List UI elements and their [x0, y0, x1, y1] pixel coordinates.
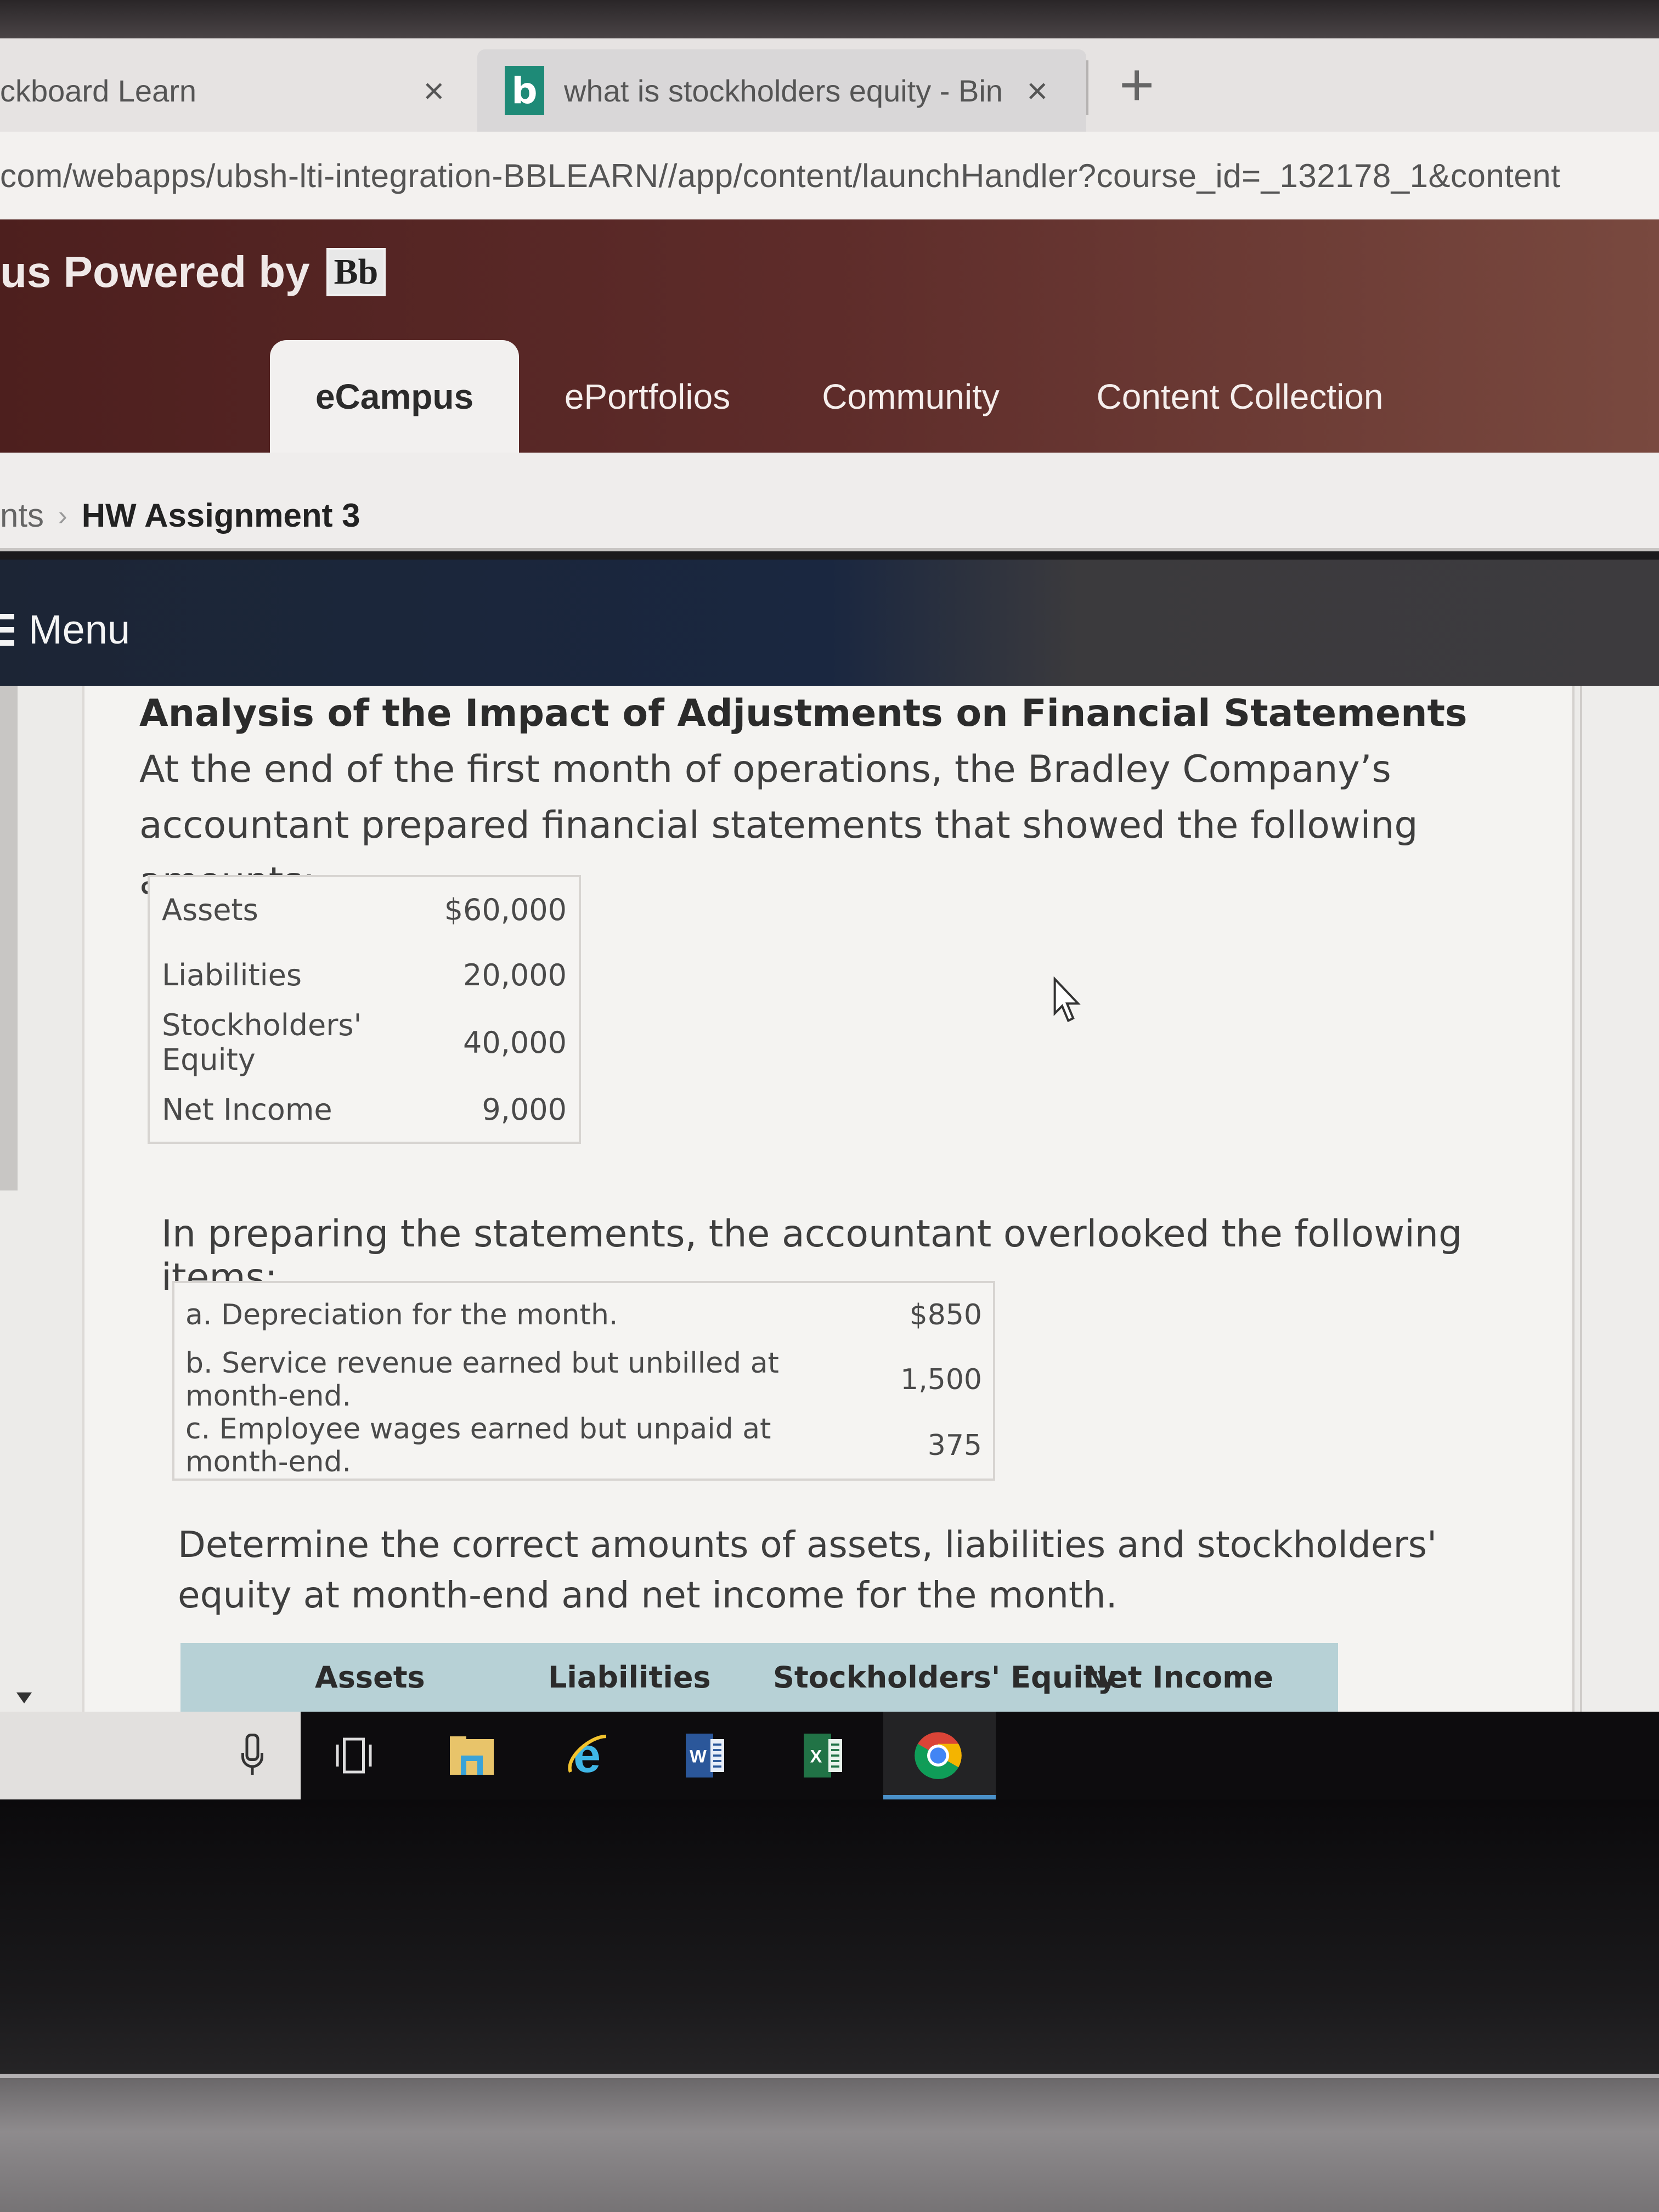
close-icon[interactable]: ×: [423, 70, 444, 111]
microphone-icon[interactable]: [225, 1728, 280, 1783]
new-tab-icon[interactable]: +: [1119, 55, 1154, 115]
file-explorer-icon[interactable]: [444, 1728, 499, 1783]
internet-explorer-icon[interactable]: e: [560, 1728, 614, 1783]
menu-button[interactable]: Menu: [0, 606, 130, 653]
breadcrumb-previous[interactable]: nts: [0, 496, 44, 534]
reported-amounts-table: Assets $60,000 Liabilities 20,000 Stockh…: [148, 875, 581, 1144]
svg-text:W: W: [690, 1747, 707, 1767]
tab-title: ckboard Learn: [0, 73, 197, 108]
tab-separator: [1086, 60, 1088, 115]
word-icon[interactable]: W: [678, 1728, 732, 1783]
table-row: Assets $60,000: [149, 876, 580, 942]
task-view-icon[interactable]: [326, 1728, 381, 1783]
screen-bezel: [0, 0, 1659, 38]
question-title: Analysis of the Impact of Adjustments on…: [139, 692, 1468, 735]
breadcrumb-bar: nts › HW Assignment 3: [0, 453, 1659, 551]
left-gutter: [0, 686, 18, 1190]
amount-label: Net Income: [162, 1092, 332, 1127]
table-row: Liabilities 20,000: [149, 942, 580, 1008]
overlooked-items-table: a. Depreciation for the month. $850 b. S…: [172, 1281, 995, 1481]
breadcrumb: nts › HW Assignment 3: [0, 496, 360, 534]
screen-bottom-bezel: [0, 1799, 1659, 2074]
chrome-icon[interactable]: [911, 1728, 966, 1783]
instruction-text: Determine the correct amounts of assets,…: [178, 1523, 1437, 1616]
address-bar[interactable]: com/webapps/ubsh-lti-integration-BBLEARN…: [0, 132, 1659, 219]
table-row: Stockholders' Equity 40,000: [149, 1008, 580, 1077]
svg-text:X: X: [810, 1747, 822, 1767]
answer-table-header: Assets Liabilities Stockholders' Equity …: [180, 1643, 1338, 1712]
caret-down-icon[interactable]: [16, 1692, 32, 1703]
amount-label: Liabilities: [162, 957, 302, 992]
close-icon[interactable]: ×: [1026, 70, 1048, 111]
menu-label: Menu: [29, 607, 131, 652]
table-row: a. Depreciation for the month. $850: [173, 1282, 994, 1347]
question-panel: Analysis of the Impact of Adjustments on…: [82, 686, 1575, 1712]
content-area: Analysis of the Impact of Adjustments on…: [0, 686, 1659, 1712]
menu-bar: Menu: [0, 560, 1659, 686]
column-header-net-income: Net Income: [1083, 1660, 1273, 1695]
column-header-assets: Assets: [315, 1660, 425, 1695]
tab-ecampus[interactable]: eCampus: [270, 340, 519, 453]
tab-eportfolios[interactable]: ePortfolios: [549, 340, 746, 453]
breadcrumb-current: HW Assignment 3: [81, 497, 360, 534]
tab-community[interactable]: Community: [812, 340, 1009, 453]
brand-text: us Powered by: [0, 247, 310, 296]
item-value: 1,500: [900, 1363, 982, 1396]
site-header: us Powered by Bb eCampus ePortfolios Com…: [0, 219, 1659, 453]
item-label: c. Employee wages earned but unpaid at m…: [185, 1413, 771, 1479]
amount-value: 40,000: [463, 1025, 567, 1060]
brand[interactable]: us Powered by Bb: [0, 247, 386, 297]
item-label: b. Service revenue earned but unbilled a…: [185, 1347, 779, 1413]
item-value: 375: [927, 1429, 982, 1462]
tab-blackboard-learn[interactable]: ckboard Learn ×: [0, 49, 477, 132]
url-text[interactable]: com/webapps/ubsh-lti-integration-BBLEARN…: [0, 157, 1560, 195]
blackboard-logo-icon: Bb: [326, 248, 386, 296]
windows-taskbar: e W X: [0, 1712, 1659, 1799]
item-value: $850: [909, 1299, 982, 1331]
amount-value: $60,000: [444, 892, 567, 927]
amount-label: Assets: [162, 892, 258, 927]
excel-icon[interactable]: X: [795, 1728, 850, 1783]
column-header-stockholders-equity: Stockholders' Equity: [773, 1660, 1117, 1695]
tab-bing-search[interactable]: b what is stockholders equity - Bin ×: [477, 49, 1086, 132]
mouse-cursor-icon: [1053, 977, 1081, 1023]
amount-value: 20,000: [463, 957, 567, 992]
chevron-right-icon: ›: [58, 500, 67, 531]
item-label: a. Depreciation for the month.: [185, 1299, 618, 1331]
laptop-body: [0, 2074, 1659, 2212]
hamburger-menu-icon: [0, 613, 14, 646]
amount-label: Stockholders' Equity: [162, 1008, 362, 1077]
table-row: c. Employee wages earned but unpaid at m…: [173, 1413, 994, 1480]
bing-icon: b: [505, 66, 544, 115]
tab-title: what is stockholders equity - Bin: [564, 73, 1003, 108]
table-row: b. Service revenue earned but unbilled a…: [173, 1347, 994, 1413]
column-header-liabilities: Liabilities: [548, 1660, 711, 1695]
browser-tab-bar: ckboard Learn × b what is stockholders e…: [0, 38, 1659, 132]
scrollbar-track[interactable]: [1580, 686, 1659, 1712]
top-nav: eCampus ePortfolios Community Content Co…: [0, 340, 1659, 453]
table-row: Net Income 9,000: [149, 1077, 580, 1143]
amount-value: 9,000: [482, 1092, 567, 1127]
tab-content-collection[interactable]: Content Collection: [1086, 340, 1393, 453]
